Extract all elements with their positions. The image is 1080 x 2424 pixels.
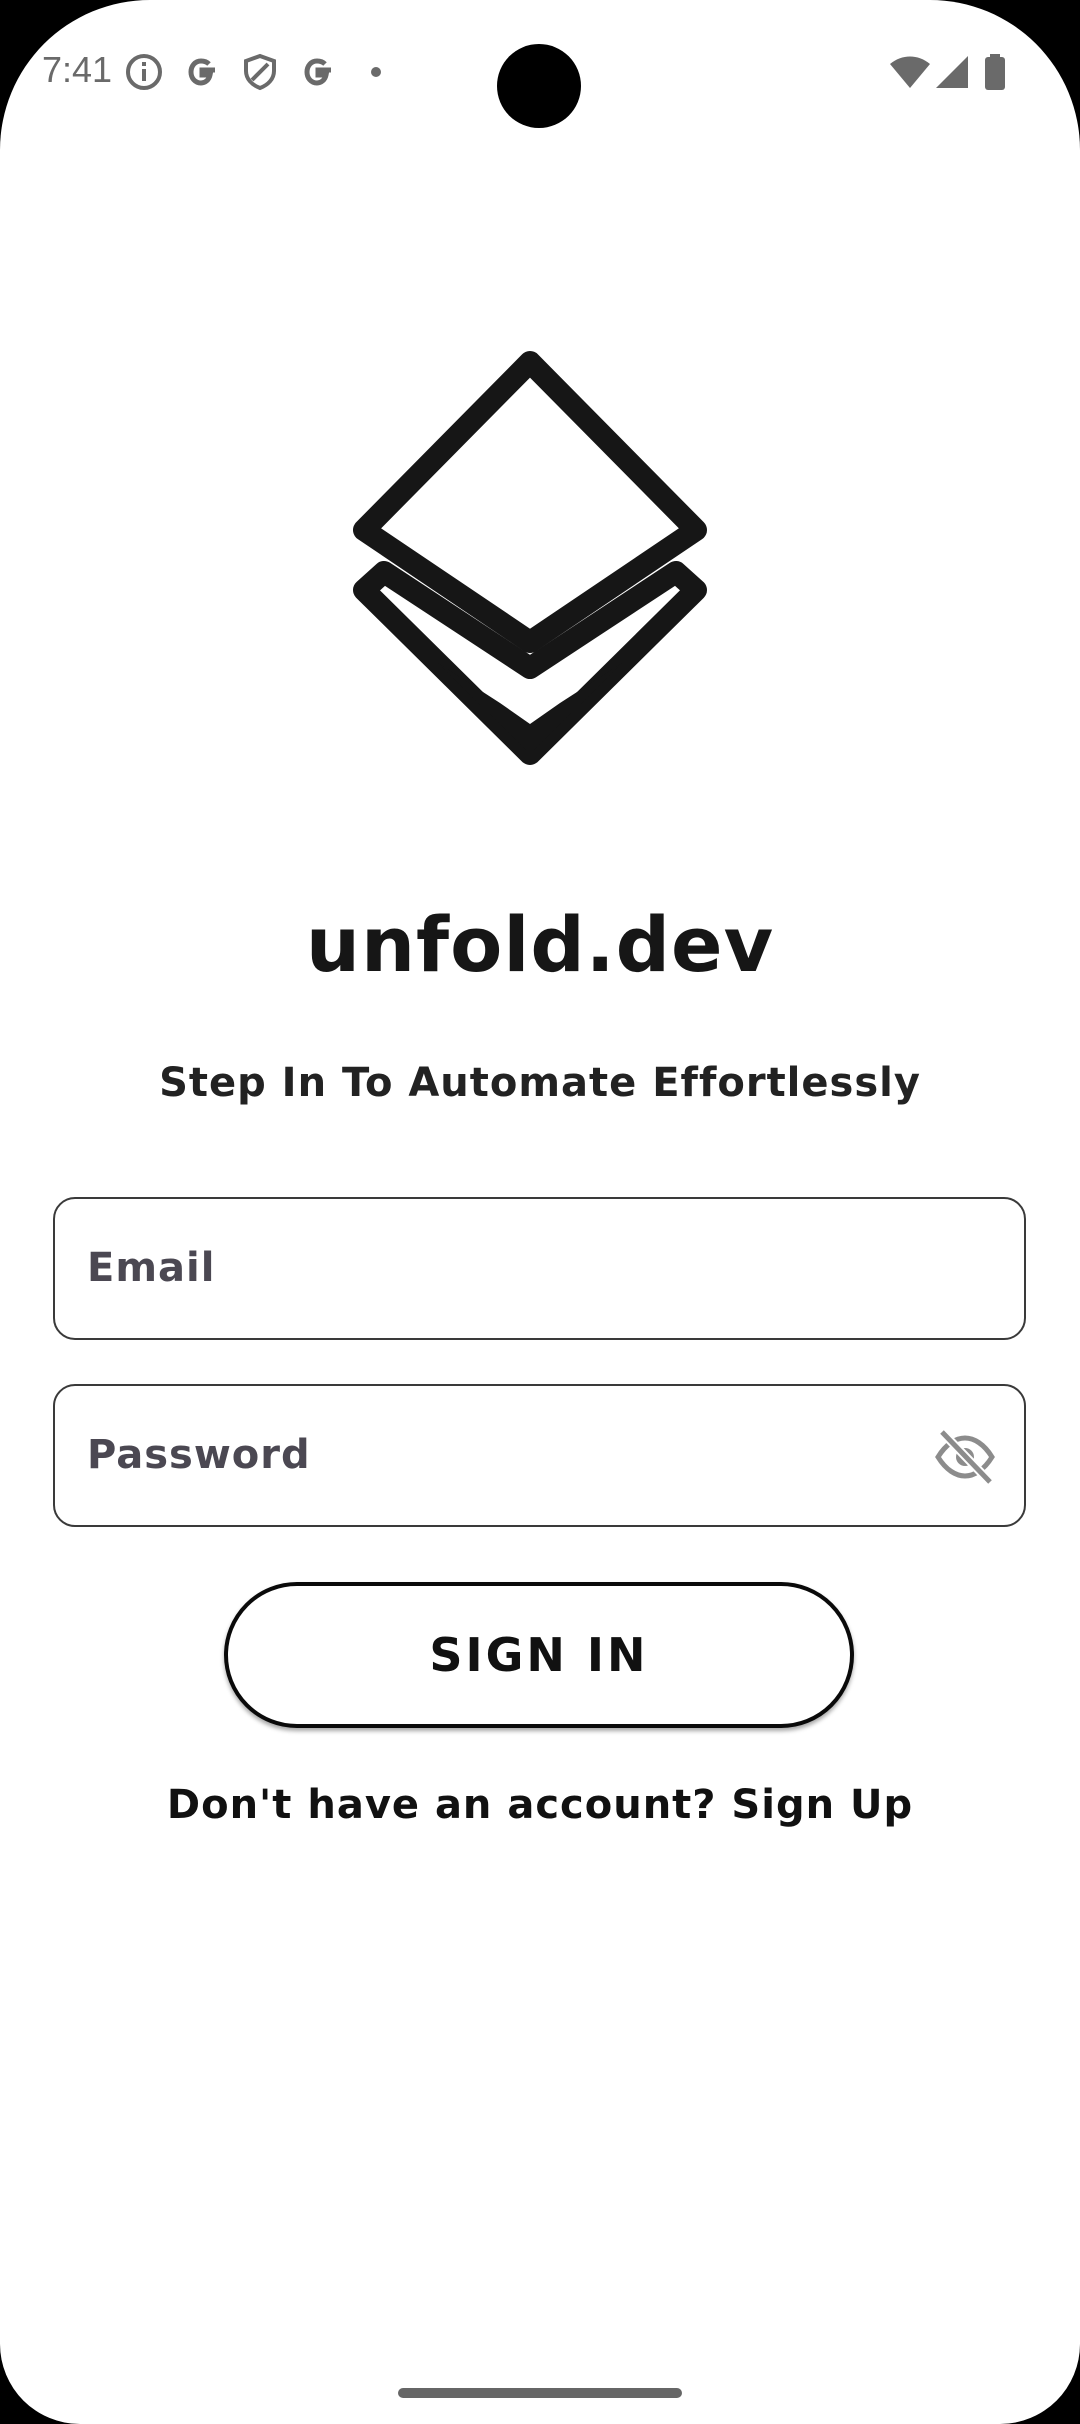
- login-screen: 7:41 unfold.dev Step In To Automate Effo…: [0, 0, 1080, 2424]
- home-indicator[interactable]: [398, 2388, 682, 2398]
- status-bar: 7:41: [0, 0, 1080, 140]
- app-title: unfold.dev: [305, 900, 775, 989]
- camera-cutout: [497, 44, 581, 128]
- dot-icon: [371, 67, 381, 77]
- google-icon: [304, 58, 331, 86]
- password-field[interactable]: Password: [53, 1384, 1026, 1527]
- sign-in-button[interactable]: SIGN IN: [224, 1582, 854, 1728]
- password-placeholder: Password: [87, 1432, 311, 1478]
- shield-icon: [244, 53, 276, 91]
- eye-off-icon[interactable]: [934, 1426, 996, 1488]
- info-icon: [126, 54, 162, 90]
- battery-icon: [985, 54, 1005, 90]
- signal-icon: [936, 56, 968, 88]
- google-icon: [188, 58, 215, 86]
- layered-diamond-logo: [353, 351, 707, 765]
- wifi-icon: [890, 56, 930, 88]
- email-field[interactable]: Email: [53, 1197, 1026, 1340]
- sign-up-link[interactable]: Don't have an account? Sign Up: [0, 1782, 1080, 1828]
- status-time: 7:41: [42, 49, 113, 90]
- tagline: Step In To Automate Effortlessly: [159, 1060, 921, 1106]
- email-placeholder: Email: [87, 1245, 216, 1291]
